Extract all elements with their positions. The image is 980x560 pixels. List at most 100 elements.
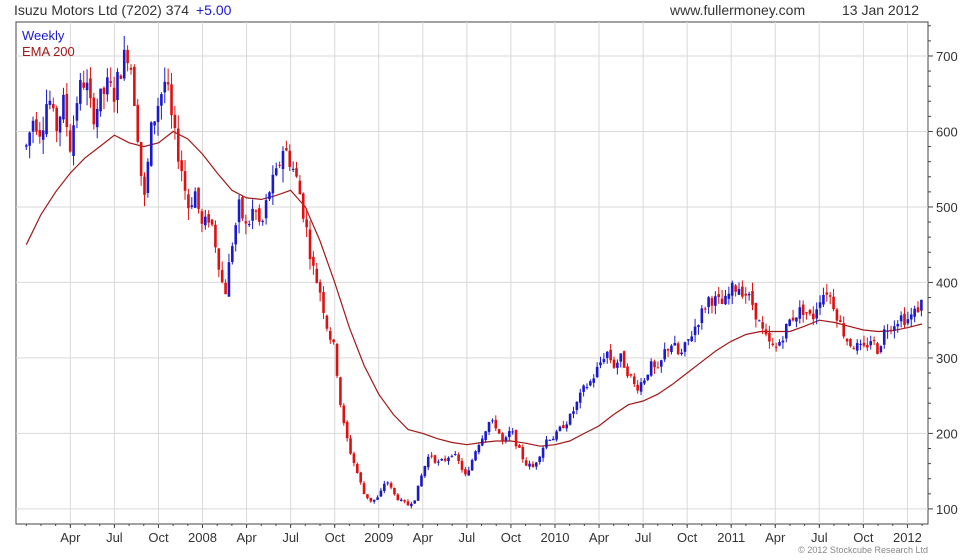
x-tick-label: Apr xyxy=(60,530,81,545)
candle-body xyxy=(214,224,217,248)
candle-body xyxy=(261,220,265,222)
candle-body xyxy=(747,293,751,296)
candle-body xyxy=(75,103,79,121)
candle-body xyxy=(697,325,700,328)
candle-body xyxy=(872,340,876,342)
x-tick-label: Oct xyxy=(148,530,169,545)
candle-body xyxy=(764,329,768,335)
candle-body xyxy=(578,392,582,403)
candle-body xyxy=(190,205,194,207)
candle xyxy=(133,64,136,107)
x-tick-label: Apr xyxy=(413,530,434,545)
candle-body xyxy=(822,294,825,305)
candle-body xyxy=(410,503,413,507)
candle xyxy=(514,429,518,450)
candle xyxy=(356,462,359,474)
candle-body xyxy=(156,105,160,123)
x-axis: Apr Jul Oct 2008 Apr Jul Oct 2009 Apr Jul Oct 2010 A… xyxy=(25,524,923,545)
candle-body xyxy=(484,431,487,440)
candle-body xyxy=(180,160,183,172)
candle-body xyxy=(305,219,308,228)
candle-body xyxy=(437,461,440,463)
candle-body xyxy=(524,460,528,466)
candle-body xyxy=(643,380,646,384)
candle-body xyxy=(707,297,710,308)
candle-body xyxy=(433,455,437,463)
candle-body xyxy=(636,384,639,391)
candle-body xyxy=(28,132,31,146)
x-tick-label: 2009 xyxy=(364,530,393,545)
candle-body xyxy=(217,248,221,270)
candle-body xyxy=(393,487,396,495)
candle-body xyxy=(52,104,55,109)
x-tick-label: Oct xyxy=(501,530,522,545)
candle-body xyxy=(916,307,920,313)
candle-body xyxy=(774,346,778,348)
candle xyxy=(497,428,501,435)
x-tick-label: 2010 xyxy=(541,530,570,545)
candle-body xyxy=(295,168,298,177)
y-tick-label: 200 xyxy=(936,426,958,441)
candle-body xyxy=(89,78,92,99)
candle-body xyxy=(85,82,89,91)
candle-body xyxy=(474,451,477,461)
candle-body xyxy=(545,439,548,448)
candle-body xyxy=(413,500,417,504)
candle-body xyxy=(464,469,467,475)
candle-body xyxy=(497,429,501,434)
candle-body xyxy=(65,93,69,128)
candle-body xyxy=(876,343,879,354)
candle-body xyxy=(170,84,173,116)
candle-body xyxy=(855,343,859,351)
candle-body xyxy=(176,128,180,162)
x-tick-label: 2012 xyxy=(893,530,922,545)
candle-body xyxy=(714,296,717,306)
candle-body xyxy=(173,114,177,129)
candle-body xyxy=(812,313,815,320)
candle-body xyxy=(690,336,694,342)
candle-body xyxy=(886,330,889,332)
candle-body xyxy=(268,192,271,200)
candle-body xyxy=(453,454,457,456)
candle-body xyxy=(271,174,275,194)
candle-body xyxy=(207,214,210,223)
y-tick-label: 500 xyxy=(936,200,958,215)
candle-body xyxy=(38,130,42,137)
candle-body xyxy=(477,444,481,453)
candle-body xyxy=(281,150,285,169)
candle-body xyxy=(359,472,362,483)
candle-body xyxy=(595,366,599,378)
x-tick-label: Oct xyxy=(677,530,698,545)
candle-body xyxy=(224,282,227,295)
candle-body xyxy=(511,431,514,433)
candle-body xyxy=(116,71,119,101)
candle-body xyxy=(676,343,680,355)
candle xyxy=(335,342,339,379)
candle-body xyxy=(808,310,812,314)
candle-body xyxy=(322,292,325,313)
x-tick-label: Jul xyxy=(811,530,828,545)
candle-body xyxy=(768,332,771,342)
candle-body xyxy=(143,176,146,195)
candle-body xyxy=(646,374,650,380)
candle xyxy=(474,450,477,462)
candle-body xyxy=(592,378,596,383)
candle-body xyxy=(149,122,153,166)
candle-body xyxy=(264,200,268,219)
candle-body xyxy=(828,295,832,297)
candle-body xyxy=(55,107,58,132)
candle-body xyxy=(568,413,572,425)
candle-body xyxy=(335,343,339,376)
candle-body xyxy=(893,326,896,331)
candle-body xyxy=(724,295,727,305)
candle-body xyxy=(737,288,741,295)
candle xyxy=(568,413,572,426)
candle-body xyxy=(585,386,589,388)
candle-body xyxy=(122,49,126,79)
candle xyxy=(622,350,626,368)
candle-body xyxy=(153,121,156,126)
candle-body xyxy=(920,299,923,311)
x-tick-label: Jul xyxy=(106,530,123,545)
candle-body xyxy=(389,483,393,488)
candle xyxy=(413,500,417,504)
